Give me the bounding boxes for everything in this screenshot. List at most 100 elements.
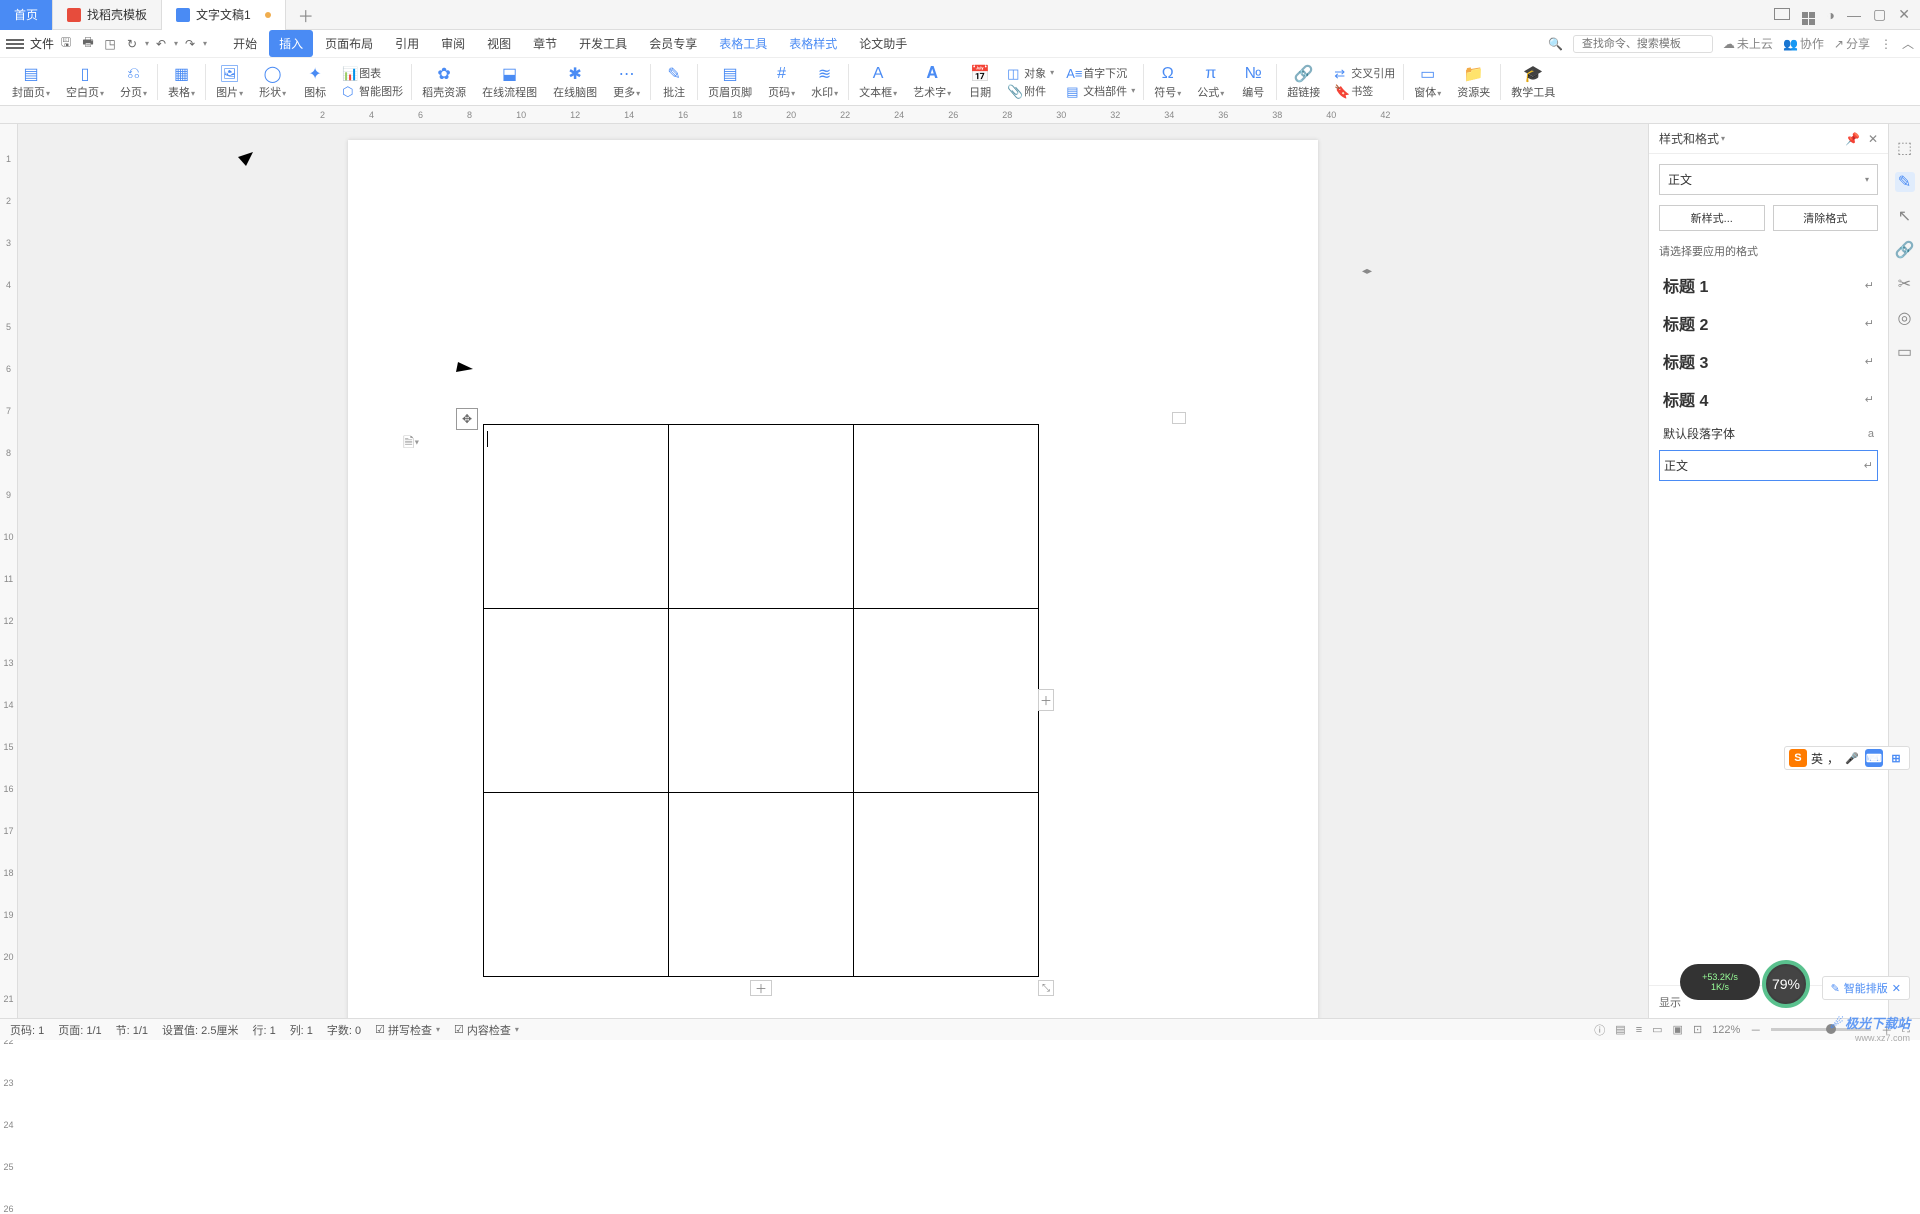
side-brush-icon[interactable]: ✎: [1895, 172, 1915, 192]
date-button[interactable]: 📅日期: [959, 62, 1001, 102]
resource-button[interactable]: 📁资源夹: [1449, 62, 1498, 102]
tab-document[interactable]: 文字文稿1: [162, 0, 286, 30]
page-break-button[interactable]: ⎌分页▾: [112, 62, 155, 102]
tab-template[interactable]: 找稻壳模板: [53, 0, 162, 30]
formula-button[interactable]: π公式▾: [1189, 62, 1232, 102]
side-loc-icon[interactable]: ◎: [1895, 308, 1915, 328]
hyperlink-button[interactable]: 🔗超链接: [1279, 62, 1328, 102]
shape-button[interactable]: ◯形状▾: [251, 62, 294, 102]
refresh-icon[interactable]: ↻: [122, 34, 142, 54]
panel-close-icon[interactable]: ✕: [1868, 132, 1878, 146]
icon-button[interactable]: ✦图标: [294, 62, 336, 102]
side-clip-icon[interactable]: ✂: [1895, 274, 1915, 294]
status-page[interactable]: 页码: 1: [10, 1022, 44, 1038]
ime-toolbar[interactable]: S 英 ， 🎤 ⌨ ⊞: [1784, 746, 1910, 770]
view-read-icon[interactable]: ▣: [1673, 1023, 1683, 1036]
tab-review[interactable]: 审阅: [431, 30, 475, 57]
style-heading1[interactable]: 标题 1↵: [1659, 267, 1878, 303]
performance-gauge[interactable]: 79%: [1762, 960, 1810, 1008]
number-button[interactable]: №编号: [1232, 62, 1274, 102]
collapse-panel-icon[interactable]: ◂▸: [1362, 266, 1374, 280]
dropcap-button[interactable]: A≡首字下沉: [1066, 65, 1135, 81]
print-preview-icon[interactable]: ◳: [100, 34, 120, 54]
attach-button[interactable]: 📎附件: [1007, 83, 1054, 99]
add-column-button[interactable]: ＋: [1038, 689, 1054, 711]
bookmark-button[interactable]: 🔖书签: [1334, 83, 1395, 99]
wordart-button[interactable]: 𝐀艺术字▾: [905, 62, 959, 102]
style-default-font[interactable]: 默认段落字体a: [1659, 419, 1878, 448]
textbox-button[interactable]: A文本框▾: [851, 62, 905, 102]
fit-width-icon[interactable]: ⊡: [1693, 1023, 1702, 1036]
close-button[interactable]: ✕: [1898, 6, 1910, 23]
horizontal-ruler[interactable]: 24681012141618202224262830323436384042: [0, 106, 1920, 124]
new-tab-button[interactable]: ＋: [286, 3, 326, 27]
new-style-button[interactable]: 新样式...: [1659, 205, 1765, 231]
tab-reference[interactable]: 引用: [385, 30, 429, 57]
side-cursor-icon[interactable]: ↖: [1895, 206, 1915, 226]
tab-table-style[interactable]: 表格样式: [779, 30, 847, 57]
ime-mic-icon[interactable]: 🎤: [1843, 749, 1861, 767]
tab-devtools[interactable]: 开发工具: [569, 30, 637, 57]
side-select-icon[interactable]: ⬚: [1895, 138, 1915, 158]
chart-button[interactable]: 📊图表: [342, 65, 403, 81]
table-resize-handle[interactable]: ⤡: [1038, 980, 1054, 996]
smartart-button[interactable]: ⬡智能图形: [342, 83, 403, 99]
network-monitor[interactable]: +53.2K/s1K/s: [1680, 964, 1760, 1000]
redo-icon[interactable]: ↷: [180, 34, 200, 54]
status-contentcheck[interactable]: ☑ 内容检查 ▾: [454, 1022, 519, 1038]
style-heading4[interactable]: 标题 4↵: [1659, 381, 1878, 417]
ime-lang[interactable]: 英: [1811, 750, 1823, 767]
cover-button[interactable]: ▤封面页▾: [4, 62, 58, 102]
coop-button[interactable]: 👥 协作: [1783, 35, 1824, 52]
table-button[interactable]: ▦表格▾: [160, 62, 203, 102]
status-col[interactable]: 列: 1: [290, 1022, 313, 1038]
tab-chapter[interactable]: 章节: [523, 30, 567, 57]
header-footer-button[interactable]: ▤页眉页脚: [700, 62, 760, 102]
ime-settings-icon[interactable]: ⊞: [1887, 749, 1905, 767]
undo-icon[interactable]: ↶: [151, 34, 171, 54]
watermark-button[interactable]: ≋水印▾: [803, 62, 846, 102]
status-info-icon[interactable]: ⓘ: [1594, 1022, 1605, 1038]
zoom-out-button[interactable]: －: [1750, 1022, 1761, 1038]
flowchart-button[interactable]: ⬓在线流程图: [474, 62, 545, 102]
docpart-button[interactable]: ▤文档部件▾: [1066, 83, 1135, 99]
tab-member[interactable]: 会员专享: [639, 30, 707, 57]
skin-icon[interactable]: ◑: [1827, 7, 1835, 23]
style-heading3[interactable]: 标题 3↵: [1659, 343, 1878, 379]
pin-icon[interactable]: 📌: [1845, 132, 1860, 146]
tab-thesis[interactable]: 论文助手: [849, 30, 917, 57]
apps-grid-icon[interactable]: [1802, 5, 1815, 25]
status-pos[interactable]: 设置值: 2.5厘米: [162, 1022, 238, 1038]
hamburger-icon[interactable]: [6, 39, 24, 49]
side-link-icon[interactable]: 🔗: [1895, 240, 1915, 260]
status-line[interactable]: 行: 1: [252, 1022, 275, 1038]
blank-page-button[interactable]: ▯空白页▾: [58, 62, 112, 102]
add-row-button[interactable]: ＋: [750, 980, 772, 996]
form-button[interactable]: ▭窗体▾: [1406, 62, 1449, 102]
maximize-button[interactable]: ▢: [1873, 6, 1886, 23]
tab-insert[interactable]: 插入: [269, 30, 313, 57]
object-button[interactable]: ◫对象▾: [1007, 65, 1054, 81]
document-area[interactable]: ◂▸ 🗎▾ ✥ ＋ ＋ ⤡: [18, 124, 1648, 1018]
print-icon[interactable]: 🖶: [78, 34, 98, 54]
tab-layout[interactable]: 页面布局: [315, 30, 383, 57]
tab-view[interactable]: 视图: [477, 30, 521, 57]
ime-keyboard-icon[interactable]: ⌨: [1865, 749, 1883, 767]
tab-start[interactable]: 开始: [223, 30, 267, 57]
cloud-status[interactable]: ☁ 未上云: [1723, 35, 1773, 52]
clear-format-button[interactable]: 清除格式: [1773, 205, 1879, 231]
status-section[interactable]: 节: 1/1: [116, 1022, 148, 1038]
minimize-button[interactable]: —: [1847, 7, 1861, 23]
symbol-button[interactable]: Ω符号▾: [1146, 62, 1189, 102]
image-button[interactable]: 🖼图片▾: [208, 62, 251, 102]
xref-button[interactable]: ⇄交叉引用: [1334, 65, 1395, 81]
page-number-button[interactable]: #页码▾: [760, 62, 803, 102]
mindmap-button[interactable]: ✱在线脑图: [545, 62, 605, 102]
layout-icon[interactable]: [1774, 7, 1790, 23]
table-move-handle[interactable]: ✥: [456, 408, 478, 430]
view-outline-icon[interactable]: ≡: [1636, 1024, 1642, 1036]
zoom-label[interactable]: 122%: [1712, 1024, 1740, 1036]
docker-resource-button[interactable]: ✿稻壳资源: [414, 62, 474, 102]
side-book-icon[interactable]: ▭: [1895, 342, 1915, 362]
more-button[interactable]: ⋯更多▾: [605, 62, 648, 102]
